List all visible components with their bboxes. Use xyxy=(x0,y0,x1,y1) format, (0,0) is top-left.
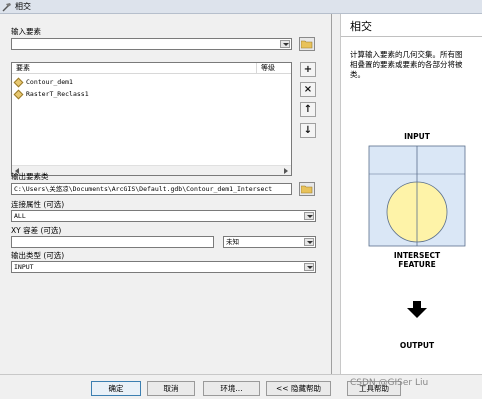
folder-icon xyxy=(301,40,313,49)
help-title: 相交 xyxy=(350,20,372,33)
arrow-down-icon xyxy=(407,301,427,318)
output-feature-class-label: 输出要素类 xyxy=(11,172,49,181)
feature-class-icon xyxy=(13,77,24,87)
list-header-features: 要素 xyxy=(16,64,30,72)
help-description-line: 相叠置的要素或要素的各部分将被 xyxy=(350,60,463,69)
list-item[interactable]: Contour_dem1 xyxy=(13,77,73,87)
xy-tolerance-unit-value: 未知 xyxy=(226,238,239,246)
output-caption: OUTPUT xyxy=(399,341,435,350)
help-pane: 相交 计算输入要素的几何交集。所有图 相叠置的要素或要素的各部分将被 类。 IN… xyxy=(340,14,482,374)
list-header-divider xyxy=(256,63,257,74)
list-item-label: Contour_dem1 xyxy=(26,77,73,86)
input-features-label: 输入要素 xyxy=(11,27,41,36)
tool-parameters-pane: 输入要素 要素 等级 Contour_dem1 RasterT_Reclass1… xyxy=(0,14,332,374)
join-attributes-label: 连接属性 (可选) xyxy=(11,200,65,209)
horizontal-scrollbar[interactable] xyxy=(12,165,291,175)
move-down-button[interactable]: ↓ xyxy=(300,123,316,138)
chevron-down-icon[interactable] xyxy=(304,263,314,271)
output-type-label: 输出类型 (可选) xyxy=(11,251,65,260)
title-bar: 相交 xyxy=(0,0,482,14)
join-attributes-select[interactable]: ALL xyxy=(11,210,316,222)
join-attributes-value: ALL xyxy=(14,212,26,220)
ok-button[interactable]: 确定 xyxy=(91,381,141,396)
intersect-caption-1: INTERSECT xyxy=(393,251,441,260)
xy-tolerance-label: XY 容差 (可选) xyxy=(11,226,62,235)
input-features-list[interactable]: 要素 等级 Contour_dem1 RasterT_Reclass1 xyxy=(11,62,292,176)
feature-class-icon xyxy=(13,89,24,99)
browse-input-folder-button[interactable] xyxy=(299,37,315,51)
chevron-down-icon[interactable] xyxy=(304,238,314,246)
intersect-diagram: INPUT INTERSECT FEATURE OUTPUT xyxy=(367,132,467,350)
list-header-rank: 等级 xyxy=(261,64,275,72)
remove-row-button[interactable]: × xyxy=(300,82,316,97)
browse-output-folder-button[interactable] xyxy=(299,182,315,196)
list-header: 要素 等级 xyxy=(12,63,291,74)
environments-button[interactable]: 环境... xyxy=(203,381,260,396)
help-description-line: 计算输入要素的几何交集。所有图 xyxy=(350,50,463,59)
list-item[interactable]: RasterT_Reclass1 xyxy=(13,89,89,99)
chevron-down-icon[interactable] xyxy=(304,212,314,220)
folder-icon xyxy=(301,185,313,194)
help-divider xyxy=(341,36,482,37)
xy-tolerance-unit-select[interactable]: 未知 xyxy=(223,236,316,248)
output-feature-class-field[interactable]: C:\Users\关悠凉\Documents\ArcGIS\Default.gd… xyxy=(11,183,292,195)
cancel-button[interactable]: 取消 xyxy=(147,381,195,396)
hide-help-button[interactable]: << 隐藏帮助 xyxy=(266,381,331,396)
intersect-illustration xyxy=(368,145,466,247)
scroll-right-icon[interactable] xyxy=(284,168,288,174)
input-features-combo[interactable] xyxy=(11,38,292,50)
output-feature-class-value: C:\Users\关悠凉\Documents\ArcGIS\Default.gd… xyxy=(14,185,273,193)
output-type-select[interactable]: INPUT xyxy=(11,261,316,273)
move-up-button[interactable]: ↑ xyxy=(300,102,316,117)
help-description-line: 类。 xyxy=(350,70,365,79)
tool-hammer-icon xyxy=(2,2,11,11)
xy-tolerance-field[interactable] xyxy=(11,236,214,248)
list-item-label: RasterT_Reclass1 xyxy=(26,89,89,98)
intersect-caption-2: FEATURE xyxy=(398,260,436,269)
add-row-button[interactable]: + xyxy=(300,62,316,77)
help-description: 计算输入要素的几何交集。所有图 相叠置的要素或要素的各部分将被 类。 xyxy=(350,50,482,80)
chevron-down-icon[interactable] xyxy=(280,40,290,48)
input-caption: INPUT xyxy=(404,132,430,141)
watermark: CSDN @GISer Liu xyxy=(350,378,429,388)
output-type-value: INPUT xyxy=(14,263,34,271)
window-title: 相交 xyxy=(15,1,31,11)
